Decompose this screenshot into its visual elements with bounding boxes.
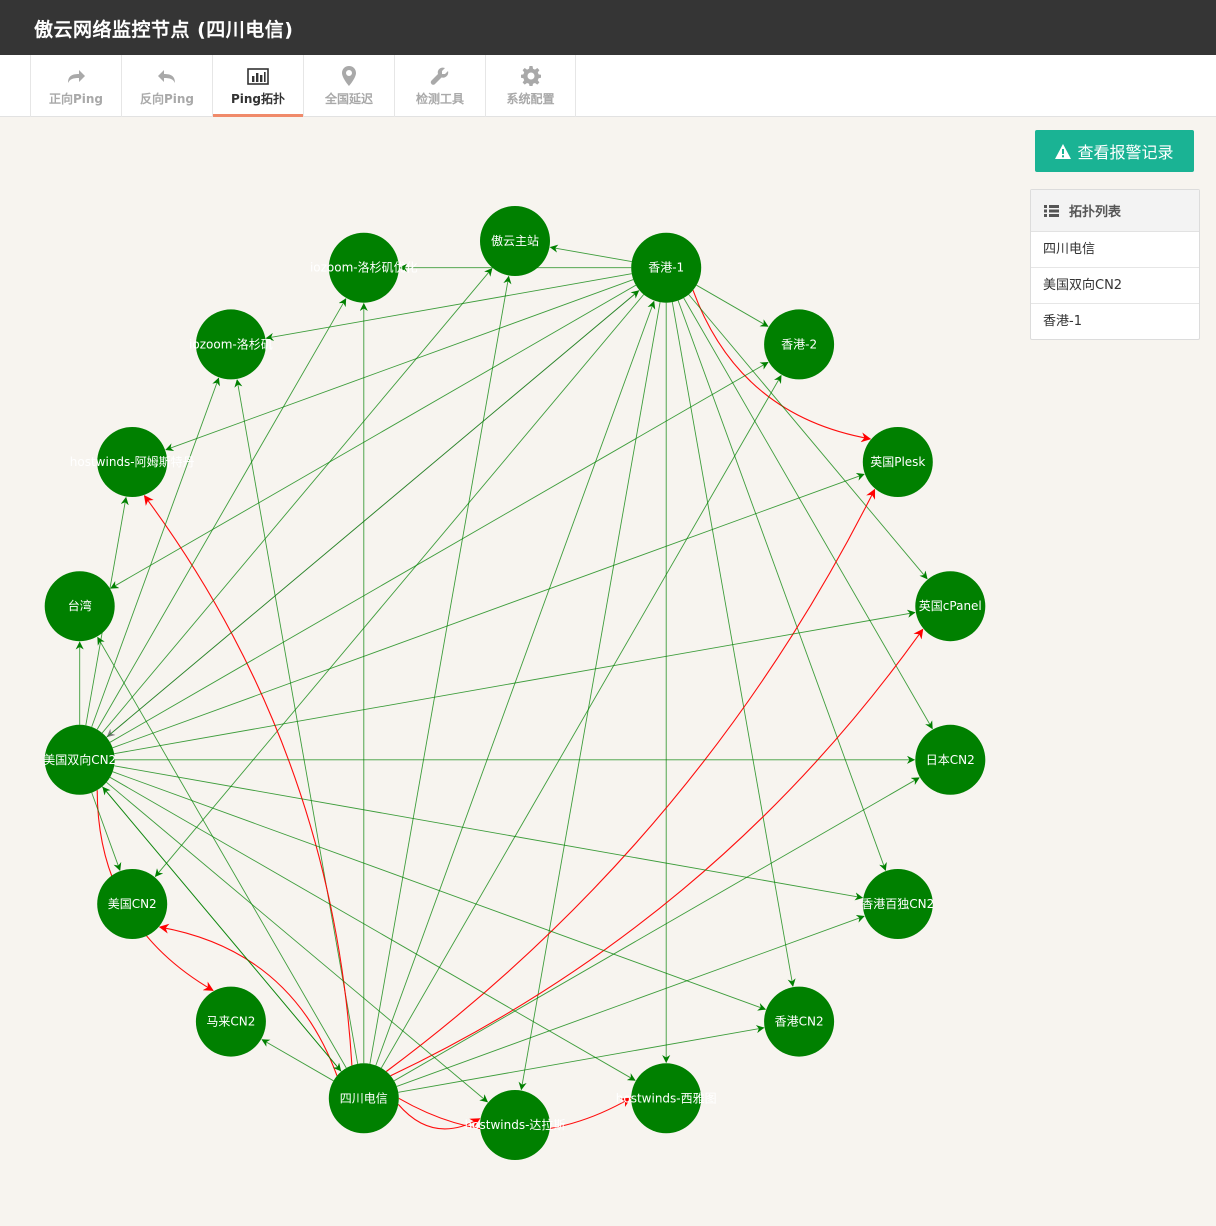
topology-edge xyxy=(106,290,640,738)
topology-node-label: 英国Plesk xyxy=(870,455,925,469)
topology-node-label: 四川电信 xyxy=(340,1091,388,1105)
top-nav: 正向Ping 反向Ping Ping拓扑 全国延迟 检测工具 系统配置 xyxy=(0,55,1216,117)
topology-edge xyxy=(261,1039,334,1082)
nav-tab-label: 反向Ping xyxy=(139,92,195,106)
topology-node-label: 香港CN2 xyxy=(775,1015,824,1029)
topology-edge xyxy=(106,781,489,1103)
topology-node[interactable]: iozoom-洛杉矶优化 xyxy=(310,232,418,303)
topology-node[interactable]: 香港-2 xyxy=(764,309,835,380)
page-title: 傲云网络监控节点 (四川电信) xyxy=(34,19,294,41)
topology-edge xyxy=(112,472,865,749)
nav-tab[interactable]: Ping拓扑 xyxy=(212,55,303,117)
nav-tab[interactable]: 全国延迟 xyxy=(303,55,394,117)
topology-node-label: 美国CN2 xyxy=(108,897,157,911)
forward-arrow-icon xyxy=(66,65,86,87)
view-alerts-button[interactable]: 查看报警记录 xyxy=(1035,130,1194,172)
topology-edge xyxy=(114,609,916,755)
topology-node[interactable]: 傲云主站 xyxy=(480,206,550,276)
topology-node[interactable]: 英国cPanel xyxy=(915,571,986,642)
bar-chart-icon xyxy=(247,65,269,87)
topology-node-label: 美国双向CN2 xyxy=(43,752,116,767)
topology-node[interactable]: hostwinds-西雅图 xyxy=(616,1063,717,1134)
topology-list-header: 拓扑列表 xyxy=(1031,190,1199,232)
nav-tab[interactable]: 系统配置 xyxy=(485,55,576,117)
topology-node[interactable]: 香港CN2 xyxy=(764,986,835,1057)
topology-node[interactable]: 英国Plesk xyxy=(862,427,933,497)
topology-edge xyxy=(549,244,632,263)
topology-node-label: 傲云主站 xyxy=(491,233,539,248)
topology-node[interactable]: 台湾 xyxy=(44,571,115,642)
gear-icon xyxy=(520,65,541,87)
topology-list-panel: 拓扑列表 四川电信 美国双向CN2 香港-1 xyxy=(1030,189,1200,340)
topology-node[interactable]: hostwinds-阿姆斯特丹 xyxy=(70,427,195,497)
topology-list-title: 拓扑列表 xyxy=(1069,205,1122,220)
topology-edge xyxy=(265,273,632,341)
topology-node-label: 日本CN2 xyxy=(926,753,975,767)
topology-edge xyxy=(143,495,353,1066)
nav-tab-label: 检测工具 xyxy=(415,92,464,106)
nav-tabs: 正向Ping 反向Ping Ping拓扑 全国延迟 检测工具 系统配置 xyxy=(30,55,576,117)
topology-edge xyxy=(109,776,636,1081)
topology-node-label: iozoom-洛杉矶 xyxy=(189,336,273,351)
ping-topology-graph: 傲云主站香港-1 香港-2 英国Plesk 英国cPanel 日本CN2 香港百独CN2 香… xyxy=(43,206,986,1160)
topology-edge xyxy=(154,294,645,878)
topology-node-label: hostwinds-达拉斯 xyxy=(465,1117,566,1132)
topology-node-label: hostwinds-阿姆斯特丹 xyxy=(70,454,195,469)
topology-list-item[interactable]: 香港-1 xyxy=(1031,304,1199,339)
wrench-icon xyxy=(430,65,450,87)
list-icon xyxy=(1044,204,1059,217)
nav-tab[interactable]: 检测工具 xyxy=(394,55,485,117)
topology-edge xyxy=(110,284,637,589)
nav-tab-label: 全国延迟 xyxy=(324,92,373,106)
map-marker-icon xyxy=(342,65,356,87)
nav-tab-label: 系统配置 xyxy=(506,92,555,106)
topology-edge xyxy=(518,302,661,1091)
topology-edge xyxy=(385,488,876,1072)
topology-edge xyxy=(390,628,924,1077)
topology-node-label: 香港-2 xyxy=(781,337,817,351)
topology-edge xyxy=(380,374,782,1069)
topology-node[interactable]: 美国CN2 xyxy=(97,869,168,939)
topology-list-item[interactable]: 美国双向CN2 xyxy=(1031,268,1199,304)
reply-arrow-icon xyxy=(157,65,177,87)
topology-edge xyxy=(393,777,920,1082)
topology-edge xyxy=(114,765,864,901)
topology-edge xyxy=(677,300,887,871)
topology-node[interactable]: 香港-1 xyxy=(631,232,702,303)
topology-node[interactable]: 美国双向CN2 xyxy=(43,724,116,795)
topology-node[interactable]: iozoom-洛杉矶 xyxy=(189,309,273,380)
topology-edge xyxy=(101,267,493,734)
topology-node[interactable]: hostwinds-达拉斯 xyxy=(465,1090,566,1160)
topology-node-label: 马来CN2 xyxy=(206,1015,255,1029)
nav-tab[interactable]: 正向Ping xyxy=(30,55,121,117)
topology-edge xyxy=(234,379,359,1064)
topology-node-label: 英国cPanel xyxy=(919,599,982,613)
topology-node[interactable]: 日本CN2 xyxy=(915,724,986,795)
topology-node-label: hostwinds-西雅图 xyxy=(616,1090,717,1105)
nav-tab[interactable]: 反向Ping xyxy=(121,55,212,117)
topology-edge xyxy=(109,361,769,743)
topology-list-item[interactable]: 四川电信 xyxy=(1031,232,1199,268)
nav-tab-label: Ping拓扑 xyxy=(230,92,286,106)
topology-edge xyxy=(369,275,512,1064)
topology-node-label: 香港-1 xyxy=(648,261,684,275)
topology-node-label: iozoom-洛杉矶优化 xyxy=(310,260,418,275)
topology-node[interactable]: 四川电信 xyxy=(328,1063,399,1134)
nav-tab-label: 正向Ping xyxy=(48,92,104,106)
topology-edge xyxy=(398,1025,765,1093)
topology-node-label: 香港百独CN2 xyxy=(861,897,934,911)
warning-icon xyxy=(1055,143,1072,159)
view-alerts-label: 查看报警记录 xyxy=(1077,143,1174,162)
topology-edge xyxy=(375,300,656,1066)
topology-node-label: 台湾 xyxy=(68,598,92,613)
topology-edge xyxy=(696,284,769,327)
topology-node[interactable]: 马来CN2 xyxy=(195,986,266,1057)
topology-node[interactable]: 香港百独CN2 xyxy=(861,869,934,939)
app-header: 傲云网络监控节点 (四川电信) xyxy=(0,0,1216,55)
